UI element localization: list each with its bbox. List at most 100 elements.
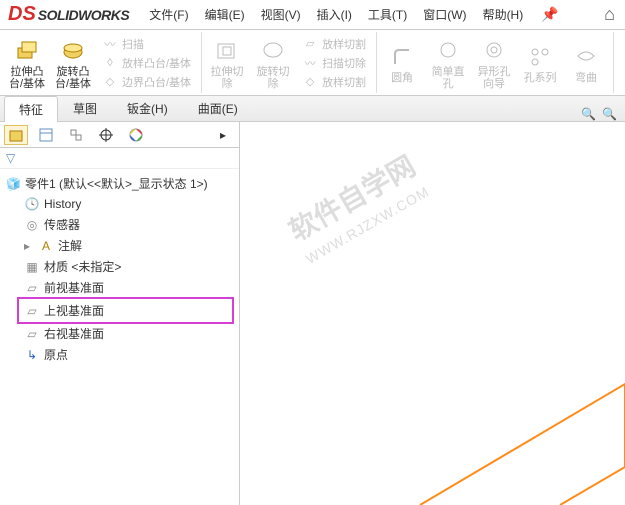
panel-tab-expand-arrow[interactable]: ▸ (211, 125, 235, 145)
boundary-cut-icon: ◇ (302, 74, 318, 90)
boundary-boss-button[interactable]: ◇边界凸台/基体 (98, 73, 195, 91)
annotations-icon: A (38, 238, 54, 254)
extrude-boss-button[interactable]: 拉伸凸 台/基体 (6, 32, 48, 93)
extrude-boss-label: 拉伸凸 台/基体 (9, 66, 45, 90)
pin-icon[interactable]: 📌 (535, 6, 564, 23)
boundary-cut-button[interactable]: ◇放样切割 (298, 73, 370, 91)
filter-icon[interactable]: ▽ (6, 151, 15, 165)
panel-tab-property[interactable] (34, 125, 58, 145)
hole-wizard-button[interactable]: 异形孔 向导 (473, 32, 515, 93)
tree-origin[interactable]: ↳原点 (2, 344, 237, 365)
tree-history[interactable]: 🕓 History (2, 194, 237, 214)
loft-cut-button[interactable]: ▱放样切割 (298, 35, 370, 53)
panel-tab-config[interactable] (64, 125, 88, 145)
hole-wizard-icon (480, 36, 508, 64)
sweep-label: 扫描 (122, 36, 144, 52)
tree-annotations[interactable]: ▸A注解 (2, 235, 237, 256)
revolve-cut-button[interactable]: 旋转切 除 (252, 32, 294, 93)
menu-window[interactable]: 窗口(W) (415, 2, 474, 27)
tab-surface[interactable]: 曲面(E) (183, 95, 253, 121)
workarea: ▸ ▽ 🧊 零件1 (默认<<默认>_显示状态 1>) 🕓 History ◎传感… (0, 122, 625, 505)
plane-icon: ▱ (24, 303, 40, 319)
logo: DS SOLIDWORKS (4, 3, 133, 26)
expand-icon[interactable]: ▸ (24, 239, 34, 253)
material-icon: ▦ (24, 259, 40, 275)
tab-feature[interactable]: 特征 (4, 96, 58, 122)
loft-boss-button[interactable]: ◊放样凸台/基体 (98, 54, 195, 72)
simple-hole-icon (434, 36, 462, 64)
revolve-boss-label: 旋转凸 台/基体 (55, 66, 91, 90)
home-icon[interactable]: ⌂ (598, 4, 621, 25)
fillet-label: 圆角 (391, 72, 413, 84)
tree-plane-front[interactable]: ▱前视基准面 (2, 277, 237, 298)
hole-array-label: 孔系列 (524, 72, 557, 84)
revolve-boss-icon (59, 36, 87, 64)
panel-tab-dimxpert[interactable] (94, 125, 118, 145)
extrude-cut-label: 拉伸切 除 (211, 66, 244, 90)
zoom-tools: 🔍 🔍 (581, 107, 625, 121)
menu-bar: 文件(F) 编辑(E) 视图(V) 插入(I) 工具(T) 窗口(W) 帮助(H… (141, 2, 531, 27)
panel-tab-feature-tree[interactable] (4, 125, 28, 145)
loft-icon: ◊ (102, 55, 118, 71)
sketch-geometry (240, 122, 625, 505)
tree-plane-right[interactable]: ▱右视基准面 (2, 323, 237, 344)
app-name: SOLIDWORKS (38, 7, 129, 23)
tree-origin-label: 原点 (44, 346, 68, 363)
origin-icon: ↳ (24, 347, 40, 363)
tree-sensors[interactable]: ◎传感器 (2, 214, 237, 235)
feature-tree: 🧊 零件1 (默认<<默认>_显示状态 1>) 🕓 History ◎传感器 ▸ A… (0, 169, 239, 505)
menu-file[interactable]: 文件(F) (141, 2, 196, 27)
menu-help[interactable]: 帮助(H) (475, 2, 532, 27)
loft-cut-icon: ▱ (302, 36, 318, 52)
loft-boss-label: 放样凸台/基体 (122, 55, 191, 71)
menu-edit[interactable]: 编辑(E) (197, 2, 253, 27)
filter-row: ▽ (0, 148, 239, 169)
tree-plane-front-label: 前视基准面 (44, 279, 104, 296)
tab-sketch[interactable]: 草图 (58, 95, 112, 121)
zoom-area-icon[interactable]: 🔍 (602, 107, 617, 121)
boundary-cut-label: 放样切割 (322, 74, 366, 90)
extrude-cut-button[interactable]: 拉伸切 除 (206, 32, 248, 93)
wrap-label: 弯曲 (575, 72, 597, 84)
loft-cut-label: 放样切割 (322, 36, 366, 52)
sweep-icon: 〰 (102, 36, 118, 52)
tree-root[interactable]: 🧊 零件1 (默认<<默认>_显示状态 1>) (2, 173, 237, 194)
zoom-fit-icon[interactable]: 🔍 (581, 107, 596, 121)
sensors-icon: ◎ (24, 217, 40, 233)
viewport[interactable]: 软件自学网 WWW.RJZXW.COM (240, 122, 625, 505)
hole-array-button[interactable]: 孔系列 (519, 32, 561, 93)
menu-tools[interactable]: 工具(T) (360, 2, 415, 27)
plane-icon: ▱ (24, 280, 40, 296)
menu-view[interactable]: 视图(V) (253, 2, 309, 27)
titlebar: DS SOLIDWORKS 文件(F) 编辑(E) 视图(V) 插入(I) 工具… (0, 0, 625, 30)
menu-insert[interactable]: 插入(I) (309, 2, 360, 27)
sweep-cut-label: 扫描切除 (322, 55, 366, 71)
tree-history-label: History (44, 197, 81, 211)
feature-panel: ▸ ▽ 🧊 零件1 (默认<<默认>_显示状态 1>) 🕓 History ◎传感… (0, 122, 240, 505)
wrap-button[interactable]: 弯曲 (565, 32, 607, 93)
hole-wizard-label: 异形孔 向导 (478, 66, 511, 90)
tab-sheetmetal[interactable]: 钣金(H) (112, 95, 183, 121)
history-icon: 🕓 (24, 196, 40, 212)
tree-material[interactable]: ▦材质 <未指定> (2, 256, 237, 277)
revolve-boss-button[interactable]: 旋转凸 台/基体 (52, 32, 94, 93)
revolve-cut-icon (259, 36, 287, 64)
panel-tab-appearance[interactable] (124, 125, 148, 145)
command-tabs: 特征 草图 钣金(H) 曲面(E) 🔍 🔍 (0, 96, 625, 122)
fillet-icon (388, 42, 416, 70)
simple-hole-button[interactable]: 简单直 孔 (427, 32, 469, 93)
simple-hole-label: 简单直 孔 (432, 66, 465, 90)
sweep-cut-icon: 〰 (302, 55, 318, 71)
tree-plane-right-label: 右视基准面 (44, 325, 104, 342)
tree-plane-top[interactable]: ▱上视基准面 (20, 300, 231, 321)
tree-root-label: 零件1 (默认<<默认>_显示状态 1>) (25, 175, 208, 192)
sweep-cut-button[interactable]: 〰扫描切除 (298, 54, 370, 72)
plane-icon: ▱ (24, 326, 40, 342)
sweep-button[interactable]: 〰扫描 (98, 35, 195, 53)
revolve-cut-label: 旋转切 除 (257, 66, 290, 90)
solidworks-logo-icon: DS (8, 3, 36, 26)
boundary-icon: ◇ (102, 74, 118, 90)
tree-plane-top-label: 上视基准面 (44, 302, 104, 319)
wrap-icon (572, 42, 600, 70)
fillet-button[interactable]: 圆角 (381, 32, 423, 93)
